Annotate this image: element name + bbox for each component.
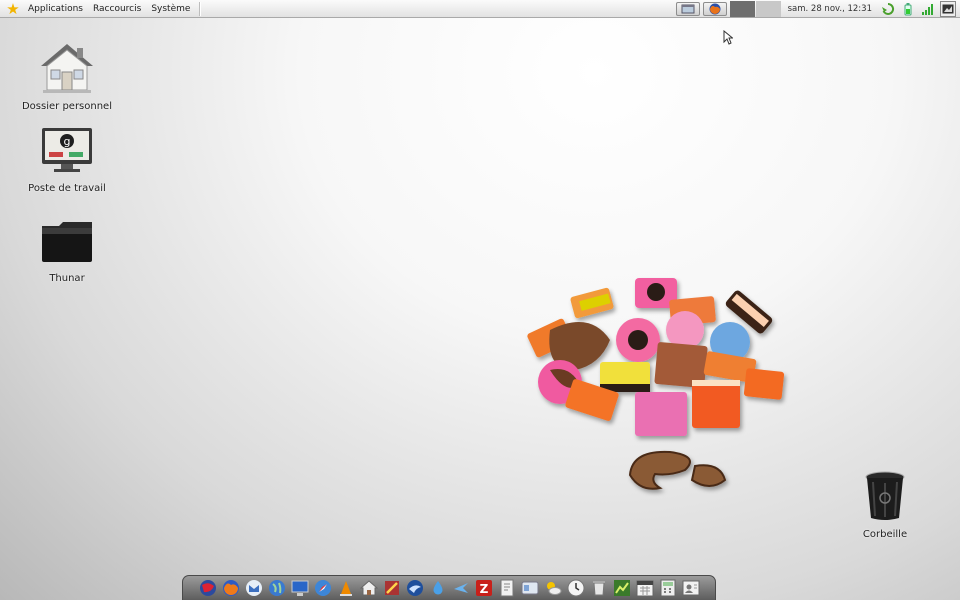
desktop-icon-label: Dossier personnel [21, 101, 112, 112]
panel-right-area: sam. 28 nov., 12:31 [675, 0, 960, 18]
star-menu-icon[interactable]: ★ [3, 0, 23, 18]
computer-icon: g [42, 128, 92, 172]
clock[interactable]: sam. 28 nov., 12:31 [782, 0, 880, 18]
menu-applications[interactable]: Applications [23, 0, 88, 18]
workspace-2[interactable] [755, 1, 781, 17]
desktop-icon-label: Thunar [49, 273, 85, 284]
show-desktop-button[interactable] [675, 2, 700, 16]
finder-icon[interactable] [519, 578, 540, 599]
thunderbird-icon[interactable] [404, 578, 425, 599]
mouse-pointer-icon [723, 30, 733, 45]
top-panel: ★ Applications Raccourcis Système sam. 2… [0, 0, 960, 18]
globe-icon[interactable] [266, 578, 287, 599]
dock: Z [182, 575, 716, 600]
network-signal-icon[interactable] [920, 1, 936, 17]
clock-icon[interactable] [565, 578, 586, 599]
svg-text:g: g [64, 135, 71, 148]
battery-icon[interactable] [900, 1, 916, 17]
menu-raccourcis[interactable]: Raccourcis [88, 0, 146, 18]
svg-text:Z: Z [479, 582, 488, 596]
desktop-icon-label: Poste de travail [28, 183, 106, 194]
firefox-launcher-button[interactable] [702, 2, 727, 16]
calculator-icon[interactable] [657, 578, 678, 599]
contacts-icon[interactable] [680, 578, 701, 599]
wallpaper-candy-illustration [527, 278, 785, 490]
folder-icon [42, 222, 92, 262]
update-icon[interactable] [880, 1, 896, 17]
desktop-icon-home[interactable]: Dossier personnel [12, 40, 122, 112]
safari-icon[interactable] [312, 578, 333, 599]
mail-icon[interactable] [243, 578, 264, 599]
trash-icon [865, 471, 905, 520]
chart-icon[interactable] [611, 578, 632, 599]
desktop-icon-computer[interactable]: g Poste de travail [12, 126, 122, 194]
home-icon [41, 44, 93, 93]
panel-separator [199, 1, 202, 16]
firefox-icon [709, 3, 721, 15]
text-editor-icon[interactable] [381, 578, 402, 599]
monitor-icon[interactable] [289, 578, 310, 599]
trash-bin-icon[interactable] [588, 578, 609, 599]
document-icon[interactable] [496, 578, 517, 599]
web-browser-icon[interactable] [197, 578, 218, 599]
home-icon[interactable] [358, 578, 379, 599]
desktop-icon [681, 4, 695, 14]
workspace-1[interactable] [729, 1, 755, 17]
desktop-icon-label: Corbeille [862, 529, 908, 540]
filezilla-icon[interactable]: Z [473, 578, 494, 599]
weather-icon[interactable] [542, 578, 563, 599]
desktop-icon-trash[interactable]: Corbeille [830, 470, 940, 540]
vlc-icon[interactable] [335, 578, 356, 599]
drop-icon[interactable] [427, 578, 448, 599]
firefox-icon[interactable] [220, 578, 241, 599]
calendar-icon[interactable] [634, 578, 655, 599]
plane-icon[interactable] [450, 578, 471, 599]
menu-systeme[interactable]: Système [146, 0, 195, 18]
desktop-icon-thunar[interactable]: Thunar [12, 218, 122, 284]
show-desktop-tray-icon[interactable] [940, 1, 956, 17]
